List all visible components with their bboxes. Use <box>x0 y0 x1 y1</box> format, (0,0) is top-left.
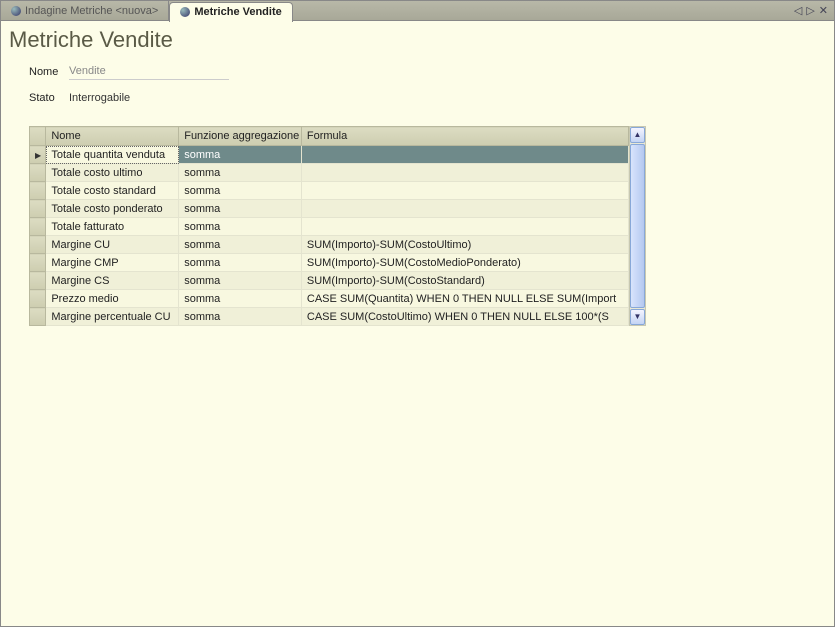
cell-nome[interactable]: Margine percentuale CU <box>46 308 179 326</box>
table-row[interactable]: Margine percentuale CUsommaCASE SUM(Cost… <box>30 308 629 326</box>
col-header-nome[interactable]: Nome <box>46 127 179 146</box>
cell-func[interactable]: somma <box>179 290 302 308</box>
tab-indagine[interactable]: Indagine Metriche <nuova> <box>1 1 169 21</box>
table-row[interactable]: Totale costo standardsomma <box>30 182 629 200</box>
cell-nome[interactable]: Totale costo ultimo <box>46 164 179 182</box>
stato-field: Interrogabile <box>69 90 229 106</box>
tab-label: Indagine Metriche <nuova> <box>25 5 158 17</box>
row-selector[interactable] <box>30 146 46 164</box>
cell-formula[interactable]: CASE SUM(CostoUltimo) WHEN 0 THEN NULL E… <box>301 308 628 326</box>
row-selector[interactable] <box>30 236 46 254</box>
cell-nome[interactable]: Totale costo ponderato <box>46 200 179 218</box>
row-selector[interactable] <box>30 182 46 200</box>
cell-nome[interactable]: Margine CS <box>46 272 179 290</box>
cell-formula[interactable] <box>301 146 628 164</box>
close-tab-icon[interactable]: ✕ <box>819 4 828 17</box>
cell-formula[interactable] <box>301 218 628 236</box>
cell-formula[interactable] <box>301 200 628 218</box>
cell-func[interactable]: somma <box>179 218 302 236</box>
table-row[interactable]: Prezzo mediosommaCASE SUM(Quantita) WHEN… <box>30 290 629 308</box>
table-row[interactable]: Totale quantita vendutasomma <box>30 146 629 164</box>
next-tab-icon[interactable]: ▷ <box>806 4 814 17</box>
row-selector-header <box>30 127 46 146</box>
stato-label: Stato <box>29 92 69 104</box>
cell-nome[interactable]: Prezzo medio <box>46 290 179 308</box>
cell-formula[interactable]: SUM(Importo)-SUM(CostoMedioPonderato) <box>301 254 628 272</box>
row-selector[interactable] <box>30 200 46 218</box>
table-row[interactable]: Totale costo ultimosomma <box>30 164 629 182</box>
col-header-formula[interactable]: Formula <box>301 127 628 146</box>
row-selector[interactable] <box>30 164 46 182</box>
globe-icon <box>180 7 190 17</box>
cell-formula[interactable]: CASE SUM(Quantita) WHEN 0 THEN NULL ELSE… <box>301 290 628 308</box>
row-selector[interactable] <box>30 218 46 236</box>
cell-formula[interactable]: SUM(Importo)-SUM(CostoStandard) <box>301 272 628 290</box>
table-row[interactable]: Margine CMPsommaSUM(Importo)-SUM(CostoMe… <box>30 254 629 272</box>
tab-bar: Indagine Metriche <nuova> Metriche Vendi… <box>1 1 834 21</box>
row-selector[interactable] <box>30 254 46 272</box>
row-selector[interactable] <box>30 290 46 308</box>
table-row[interactable]: Margine CUsommaSUM(Importo)-SUM(CostoUlt… <box>30 236 629 254</box>
tab-metriche-vendite[interactable]: Metriche Vendite <box>169 2 292 22</box>
scroll-down-icon[interactable]: ▼ <box>630 309 645 325</box>
cell-func[interactable]: somma <box>179 200 302 218</box>
cell-formula[interactable] <box>301 164 628 182</box>
metrics-table[interactable]: Nome Funzione aggregazione Formula Total… <box>29 126 629 326</box>
tab-controls: ◁ ▷ ✕ <box>794 4 834 17</box>
col-header-func[interactable]: Funzione aggregazione <box>179 127 302 146</box>
cell-func[interactable]: somma <box>179 182 302 200</box>
cell-nome[interactable]: Totale quantita venduta <box>46 146 179 164</box>
prev-tab-icon[interactable]: ◁ <box>794 4 802 17</box>
cell-func[interactable]: somma <box>179 164 302 182</box>
nome-label: Nome <box>29 66 69 78</box>
table-row[interactable]: Totale fatturatosomma <box>30 218 629 236</box>
cell-func[interactable]: somma <box>179 308 302 326</box>
nome-field[interactable]: Vendite <box>69 63 229 80</box>
cell-formula[interactable]: SUM(Importo)-SUM(CostoUltimo) <box>301 236 628 254</box>
globe-icon <box>11 6 21 16</box>
cell-func[interactable]: somma <box>179 272 302 290</box>
row-selector[interactable] <box>30 308 46 326</box>
scroll-thumb[interactable] <box>630 144 645 308</box>
table-row[interactable]: Totale costo ponderatosomma <box>30 200 629 218</box>
row-selector[interactable] <box>30 272 46 290</box>
vertical-scrollbar[interactable]: ▲ ▼ <box>629 126 646 326</box>
cell-nome[interactable]: Margine CMP <box>46 254 179 272</box>
tab-label: Metriche Vendite <box>194 6 281 18</box>
page-title: Metriche Vendite <box>1 21 834 63</box>
cell-formula[interactable] <box>301 182 628 200</box>
scroll-up-icon[interactable]: ▲ <box>630 127 645 143</box>
cell-nome[interactable]: Margine CU <box>46 236 179 254</box>
cell-nome[interactable]: Totale costo standard <box>46 182 179 200</box>
table-row[interactable]: Margine CSsommaSUM(Importo)-SUM(CostoSta… <box>30 272 629 290</box>
cell-func[interactable]: somma <box>179 254 302 272</box>
form-area: Nome Vendite Stato Interrogabile <box>1 63 834 126</box>
cell-nome[interactable]: Totale fatturato <box>46 218 179 236</box>
cell-func[interactable]: somma <box>179 236 302 254</box>
cell-func[interactable]: somma <box>179 146 302 164</box>
